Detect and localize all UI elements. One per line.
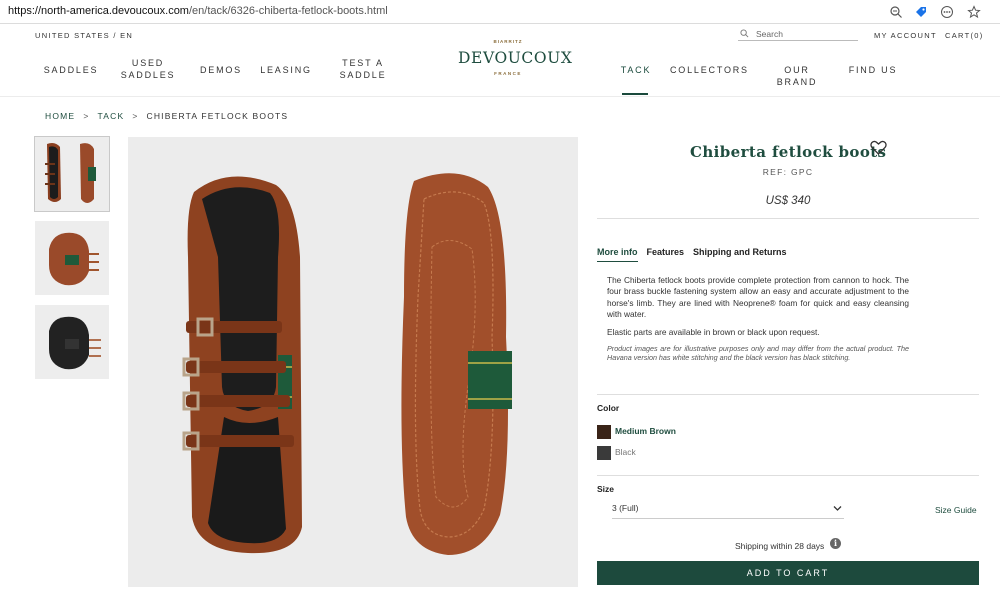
divider — [597, 394, 979, 395]
breadcrumb-home[interactable]: HOME — [45, 111, 75, 121]
tab-features[interactable]: Features — [647, 247, 685, 261]
nav-collectors[interactable]: COLLECTORS — [670, 64, 747, 76]
address-url[interactable]: https://north-america.devoucoux.com/en/t… — [8, 5, 388, 17]
search-icon — [740, 29, 749, 38]
fetlock-boots-illustration — [182, 173, 512, 555]
divider — [597, 218, 979, 219]
breadcrumb-separator: > — [132, 111, 139, 121]
logo-name: DEVOUCOUX — [458, 49, 573, 67]
nav-label: SADDLES — [43, 65, 99, 75]
size-guide-link[interactable]: Size Guide — [935, 505, 977, 515]
image-disclaimer: Product images are for illustrative purp… — [607, 344, 909, 362]
tab-more-info[interactable]: More info — [597, 247, 638, 262]
thumbnail-image — [49, 232, 99, 286]
nav-saddles[interactable]: SADDLES — [40, 64, 102, 76]
thumbnail-pair[interactable] — [34, 136, 110, 212]
nav-leasing[interactable]: LEASING — [255, 64, 317, 76]
nav-label: TEST A — [342, 58, 384, 68]
my-account-link[interactable]: MY ACCOUNT — [874, 31, 937, 40]
logo-top-text: BIARRITZ — [493, 39, 523, 44]
header-divider — [0, 96, 1000, 97]
wishlist-heart-icon[interactable] — [870, 140, 887, 155]
nav-label: SADDLE — [339, 70, 387, 80]
product-price: US$ 340 — [765, 195, 811, 207]
chevron-down-icon — [833, 506, 842, 511]
locale-selector[interactable]: UNITED STATES / EN — [35, 31, 133, 40]
product-main-image[interactable] — [128, 137, 578, 587]
color-swatch-black[interactable] — [597, 446, 611, 460]
product-description: The Chiberta fetlock boots provide compl… — [607, 275, 909, 319]
nav-label: SADDLES — [120, 70, 176, 80]
nav-label: USED — [131, 58, 165, 68]
nav-label: DEMOS — [199, 65, 242, 75]
size-selected-value: 3 (Full) — [612, 503, 639, 513]
color-option-black[interactable]: Black — [615, 447, 636, 457]
tab-shipping-returns[interactable]: Shipping and Returns — [693, 247, 787, 261]
browser-address-bar: https://north-america.devoucoux.com/en/t… — [0, 0, 1000, 24]
nav-active-underline — [622, 93, 648, 95]
elastic-note: Elastic parts are available in brown or … — [607, 327, 820, 337]
breadcrumb-separator: > — [83, 111, 90, 121]
thumbnail-black[interactable] — [35, 305, 109, 379]
more-options-icon[interactable] — [940, 5, 954, 19]
product-title: Chiberta fetlock boots — [690, 143, 887, 161]
breadcrumb-current: CHIBERTA FETLOCK BOOTS — [146, 111, 289, 121]
logo-bottom-text: FRANCE — [494, 71, 522, 76]
nav-demos[interactable]: DEMOS — [190, 64, 252, 76]
nav-our-brand[interactable]: OUR BRAND — [762, 64, 832, 88]
product-info-tabs: More info Features Shipping and Returns — [597, 247, 796, 262]
thumbnail-side[interactable] — [35, 221, 109, 295]
url-path: /en/tack/6326-chiberta-fetlock-boots.htm… — [188, 5, 388, 17]
devoucoux-logo[interactable]: BIARRITZ DEVOUCOUX FRANCE — [458, 38, 573, 80]
product-reference: REF: GPC — [762, 167, 814, 177]
cart-link[interactable]: CART(0) — [945, 31, 984, 40]
size-select[interactable]: 3 (Full) — [612, 503, 844, 519]
nav-used-saddles[interactable]: USED SADDLES — [117, 57, 179, 81]
color-option-medium-brown[interactable]: Medium Brown — [615, 426, 676, 436]
search-box[interactable] — [738, 27, 858, 41]
shipping-info: Shipping within 28 days — [735, 541, 825, 551]
size-label: Size — [597, 484, 615, 494]
nav-label: LEASING — [260, 65, 312, 75]
search-input[interactable] — [756, 27, 856, 40]
breadcrumb: HOME > TACK > CHIBERTA FETLOCK BOOTS — [45, 111, 288, 121]
thumbnail-image — [45, 143, 96, 203]
add-to-cart-button[interactable]: ADD TO CART — [597, 561, 979, 585]
zoom-icon[interactable] — [889, 5, 903, 19]
nav-test-a-saddle[interactable]: TEST A SADDLE — [332, 57, 394, 81]
bookmark-star-icon[interactable] — [967, 5, 981, 19]
nav-tack[interactable]: TACK — [616, 64, 656, 76]
tag-icon[interactable] — [914, 5, 928, 19]
thumbnail-image — [49, 316, 101, 370]
divider — [597, 475, 979, 476]
nav-find-us[interactable]: FIND US — [848, 64, 898, 76]
color-label: Color — [597, 403, 620, 413]
breadcrumb-tack[interactable]: TACK — [97, 111, 124, 121]
color-swatch-medium-brown[interactable] — [597, 425, 611, 439]
info-icon[interactable]: i — [830, 538, 841, 549]
url-host: https://north-america.devoucoux.com — [8, 5, 189, 17]
